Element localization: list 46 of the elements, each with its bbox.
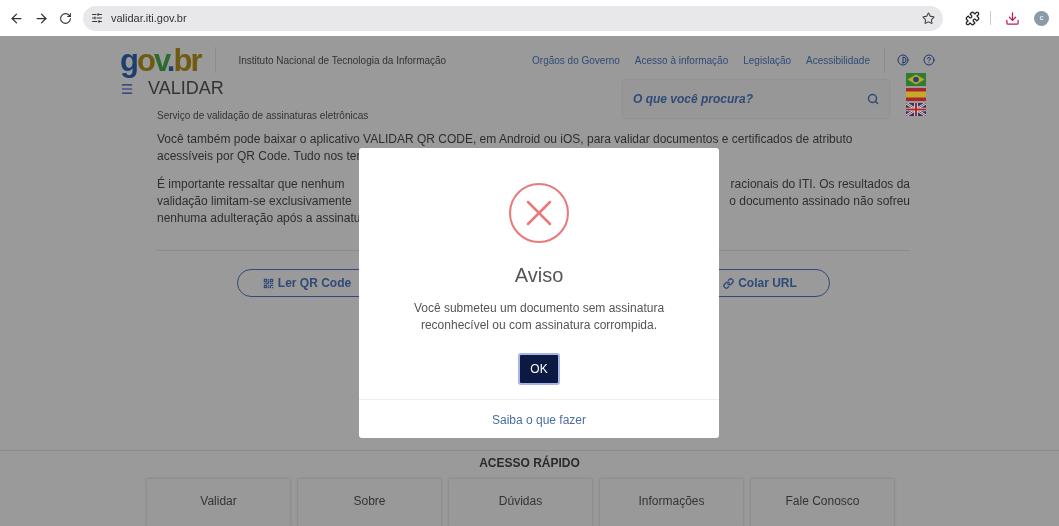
header-link[interactable]: Orgãos do Governo bbox=[532, 52, 620, 68]
dialog-message: Você submeteu um documento sem assinatura reconhecível ou com assinatura corrompida. bbox=[412, 300, 666, 334]
institute-name: Instituto Nacional de Tecnologia da Informação bbox=[238, 53, 447, 68]
download-icon[interactable] bbox=[1005, 10, 1020, 26]
ok-button[interactable]: OK bbox=[518, 353, 560, 385]
profile-avatar[interactable]: c bbox=[1034, 10, 1049, 26]
header-link[interactable]: Acesso à informação bbox=[634, 52, 729, 68]
reload-icon[interactable] bbox=[59, 11, 72, 25]
paragraph-line: racionais do ITI. Os resultados da bbox=[730, 176, 910, 193]
search-field[interactable]: O que você procura? bbox=[623, 80, 889, 118]
page-title: VALIDAR bbox=[148, 77, 224, 100]
paragraph-line: o documento assinado não sofreu bbox=[729, 193, 910, 210]
quick-access-tile[interactable]: Validar bbox=[147, 479, 290, 526]
help-icon[interactable] bbox=[923, 54, 935, 66]
contrast-icon[interactable] bbox=[897, 54, 909, 66]
spain-flag-icon[interactable] bbox=[906, 88, 926, 101]
uk-flag-icon[interactable] bbox=[906, 103, 926, 116]
url-text: validar.iti.gov.br bbox=[111, 10, 188, 26]
site-settings-icon[interactable] bbox=[91, 12, 103, 24]
paragraph-line: acessíveis por QR Code. Tudo nos ter bbox=[157, 148, 361, 165]
error-x-icon bbox=[508, 182, 570, 244]
paragraph-line: É importante ressaltar que nenhum bbox=[157, 176, 345, 193]
link-icon bbox=[723, 277, 735, 289]
paragraph-line: validação limitam-se exclusivamente bbox=[157, 193, 352, 210]
quick-access-tile[interactable]: Informações bbox=[600, 479, 743, 526]
page-subtitle: Serviço de validação de assinaturas eletrônicas bbox=[157, 109, 369, 123]
header-link[interactable]: Acessibilidade bbox=[806, 52, 870, 68]
quick-access-title: ACESSO RÁPIDO bbox=[478, 454, 581, 472]
bookmark-star-icon[interactable] bbox=[922, 11, 935, 25]
brazil-flag-icon[interactable] bbox=[906, 73, 926, 86]
quick-access-tile[interactable]: Dúvidas bbox=[449, 479, 592, 526]
paragraph-line: Você também pode baixar o aplicativo VALIDAR QR CODE, em Android ou iOS, para validar documentos e certificados de atributo bbox=[157, 131, 854, 148]
extensions-icon[interactable] bbox=[965, 10, 980, 26]
help-link[interactable]: Saiba o que fazer bbox=[491, 411, 587, 429]
dialog-title: Aviso bbox=[514, 263, 564, 288]
search-icon[interactable] bbox=[867, 93, 879, 105]
back-icon[interactable] bbox=[9, 10, 24, 26]
qr-code-icon bbox=[262, 277, 274, 289]
forward-icon[interactable] bbox=[34, 10, 49, 26]
search-placeholder: O que você procura? bbox=[633, 91, 755, 108]
gov-br-logo[interactable]: gov.br bbox=[120, 44, 201, 76]
menu-icon[interactable] bbox=[120, 81, 134, 96]
address-bar[interactable]: validar.iti.gov.br bbox=[83, 5, 943, 31]
quick-access-tile[interactable]: Sobre bbox=[298, 479, 441, 526]
header-link[interactable]: Legislação bbox=[743, 52, 792, 68]
quick-access-tile[interactable]: Fale Conosco bbox=[751, 479, 894, 526]
